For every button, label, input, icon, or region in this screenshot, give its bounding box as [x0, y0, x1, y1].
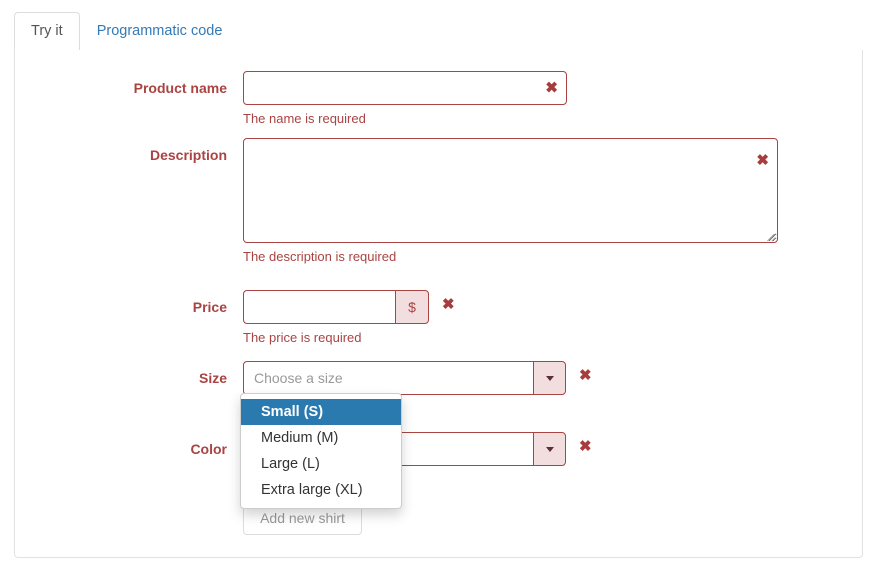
color-dropdown-toggle[interactable]: [533, 432, 566, 466]
price-error: The price is required: [243, 330, 362, 345]
description-textarea[interactable]: [243, 138, 778, 243]
x-mark-icon[interactable]: ✖: [579, 439, 592, 454]
size-label: Size: [198, 370, 227, 386]
size-dropdown-toggle[interactable]: [533, 361, 566, 395]
size-option-medium[interactable]: Medium (M): [241, 425, 401, 451]
size-dropdown-menu: Small (S) Medium (M) Large (L) Extra lar…: [240, 393, 402, 509]
tab-try-it[interactable]: Try it: [14, 12, 80, 51]
price-input[interactable]: [243, 290, 395, 324]
chevron-down-icon: [545, 375, 554, 381]
product-name-label: Product name: [133, 80, 227, 96]
tab-strip: Try it Programmatic code: [14, 12, 863, 51]
tab-programmatic-code[interactable]: Programmatic code: [80, 12, 240, 51]
product-name-field-wrap: ✖: [243, 71, 567, 105]
x-mark-icon[interactable]: ✖: [579, 368, 592, 383]
product-name-input[interactable]: [243, 71, 567, 105]
price-label: Price: [192, 299, 227, 315]
tab-try-it-label: Try it: [31, 23, 63, 39]
tab-programmatic-code-label: Programmatic code: [96, 23, 223, 39]
add-shirt-form: Product name ✖ The name is required Desc…: [15, 50, 862, 557]
size-option-extra-large[interactable]: Extra large (XL): [241, 477, 401, 503]
size-option-small[interactable]: Small (S): [241, 399, 401, 425]
product-name-error: The name is required: [243, 111, 366, 126]
tab-content-panel: Product name ✖ The name is required Desc…: [14, 50, 863, 558]
description-label: Description: [149, 147, 227, 163]
price-input-group: $: [243, 290, 429, 324]
x-mark-icon[interactable]: ✖: [442, 297, 455, 312]
color-label: Color: [190, 441, 227, 457]
size-input[interactable]: [243, 361, 533, 395]
chevron-down-icon: [545, 446, 554, 452]
size-option-large[interactable]: Large (L): [241, 451, 401, 477]
description-error: The description is required: [243, 249, 397, 264]
size-combobox: [243, 361, 566, 395]
description-field-wrap: ✖: [243, 138, 778, 243]
price-currency-addon: $: [395, 290, 429, 324]
